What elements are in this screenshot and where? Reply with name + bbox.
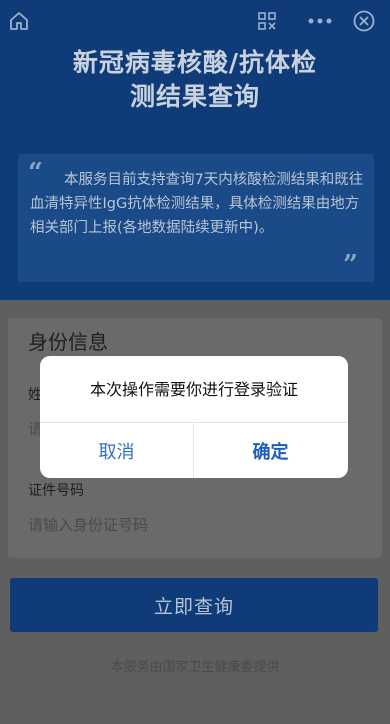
close-icon[interactable] bbox=[351, 8, 377, 34]
scan-icon[interactable] bbox=[254, 8, 280, 34]
top-bar bbox=[0, 0, 390, 44]
more-icon[interactable] bbox=[305, 8, 335, 34]
login-dialog: 本次操作需要你进行登录验证 取消 确定 bbox=[40, 356, 348, 478]
section-title: 身份信息 bbox=[28, 330, 108, 354]
id-number-input[interactable]: 请输入身份证号码 bbox=[28, 514, 358, 540]
home-icon[interactable] bbox=[6, 8, 32, 34]
page-title-line2: 测结果查询 bbox=[129, 82, 260, 111]
footer-note: 本服务由国家卫生健康委提供 bbox=[110, 660, 280, 675]
cancel-button[interactable]: 取消 bbox=[40, 423, 193, 478]
confirm-button[interactable]: 确定 bbox=[194, 423, 347, 478]
page-title: 新冠病毒核酸/抗体检 测结果查询 bbox=[0, 46, 390, 114]
page-title-line1: 新冠病毒核酸/抗体检 bbox=[72, 48, 318, 77]
notice-text: 本服务目前支持查询7天内核酸检测结果和既往血清特异性IgG抗体检测结果，具体检测… bbox=[30, 172, 364, 236]
close-quote-icon: ” bbox=[343, 250, 358, 280]
service-notice: “ 本服务目前支持查询7天内核酸检测结果和既往血清特异性IgG抗体检测结果，具体… bbox=[18, 154, 374, 282]
dialog-message: 本次操作需要你进行登录验证 bbox=[89, 380, 298, 399]
id-number-label: 证件号码 bbox=[28, 483, 84, 499]
hero-banner: 新冠病毒核酸/抗体检 测结果查询 “ 本服务目前支持查询7天内核酸检测结果和既往… bbox=[0, 0, 390, 300]
query-button[interactable]: 立即查询 bbox=[10, 578, 378, 632]
